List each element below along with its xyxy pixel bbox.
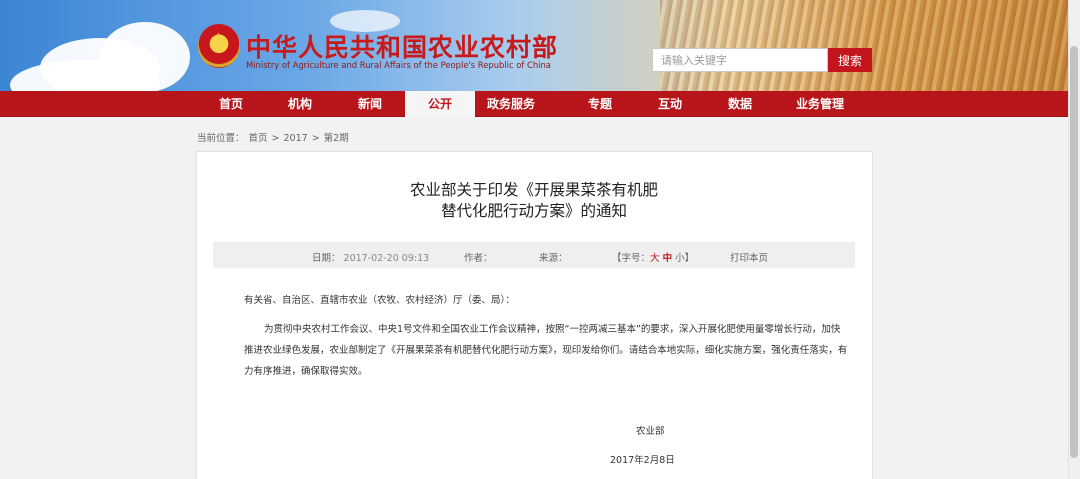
nav-item-business-management[interactable]: 业务管理 [780,91,860,117]
emblem-star-icon: ★ [211,29,226,48]
article-paragraph-line: 力有序推进，确保取得实效。 [244,366,368,377]
print-page-link[interactable]: 打印本页 [730,250,768,264]
breadcrumb: 当前位置： 首页 >2017 > 第2期 [197,130,353,144]
article-signature: 农业部 [636,426,665,437]
breadcrumb-issue-link[interactable]: 第2期 [324,133,349,144]
font-size-controls: 【字号：大 中 小】 [612,250,694,264]
wheat-field-background [660,0,1080,91]
font-size-small-link[interactable]: 小 [675,253,685,264]
nav-item-government-services[interactable]: 政务服务 [472,91,550,117]
search-input[interactable] [652,48,828,72]
font-size-large-link[interactable]: 大 [650,253,660,264]
site-subtitle: Ministry of Agriculture and Rural Affair… [246,60,551,70]
main-nav: 首页 机构 新闻 公开 政务服务 专题 互动 数据 业务管理 [0,91,1080,117]
scrollbar-thumb[interactable] [1070,46,1078,458]
article-salutation: 有关省、自治区、直辖市农业（农牧、农村经济）厅（委、局）： [244,295,515,306]
breadcrumb-separator: > [271,133,280,144]
meta-date-value: 2017-02-20 09:13 [343,253,430,264]
site-header: ★ 中华人民共和国农业农村部 Ministry of Agriculture a… [0,0,1080,91]
breadcrumb-prefix: 当前位置： [197,133,245,144]
nav-item-data[interactable]: 数据 [705,91,775,117]
article-title-line1: 农业部关于印发《开展果菜茶有机肥 [409,181,658,199]
article-sign-date: 2017年2月8日 [610,455,675,466]
font-size-suffix: 】 [684,253,695,264]
nav-item-home[interactable]: 首页 [196,91,266,117]
font-size-medium-link[interactable]: 中 [663,253,673,264]
site-title[interactable]: 中华人民共和国农业农村部 [246,28,558,64]
nav-item-interaction[interactable]: 互动 [635,91,705,117]
nav-item-news[interactable]: 新闻 [335,91,405,117]
search-button[interactable]: 搜索 [828,48,872,72]
article-paragraph-line: 为贯彻中央农村工作会议、中央1号文件和全国农业工作会议精神，按照“一控两减三基本… [264,324,841,335]
nav-item-organization[interactable]: 机构 [265,91,335,117]
breadcrumb-year-link[interactable]: 2017 [284,133,308,144]
meta-date-label: 日期： [312,253,341,264]
article-paragraph-line: 推进农业绿色发展，农业部制定了《开展果菜茶有机肥替代化肥行动方案》，现印发给你们… [244,345,848,356]
nav-item-public[interactable]: 公开 [405,91,475,117]
font-size-prefix: 【字号： [612,253,651,264]
article-title-line2: 替代化肥行动方案》的通知 [440,202,627,220]
breadcrumb-home-link[interactable]: 首页 [249,133,268,144]
article-title: 农业部关于印发《开展果菜茶有机肥 替代化肥行动方案》的通知 [0,180,1068,222]
meta-author-label: 作者： [464,253,493,264]
meta-date: 日期： 2017-02-20 09:13 [312,250,429,264]
nav-item-topics[interactable]: 专题 [565,91,635,117]
breadcrumb-separator: > [311,133,320,144]
meta-source-label: 来源： [539,253,568,264]
